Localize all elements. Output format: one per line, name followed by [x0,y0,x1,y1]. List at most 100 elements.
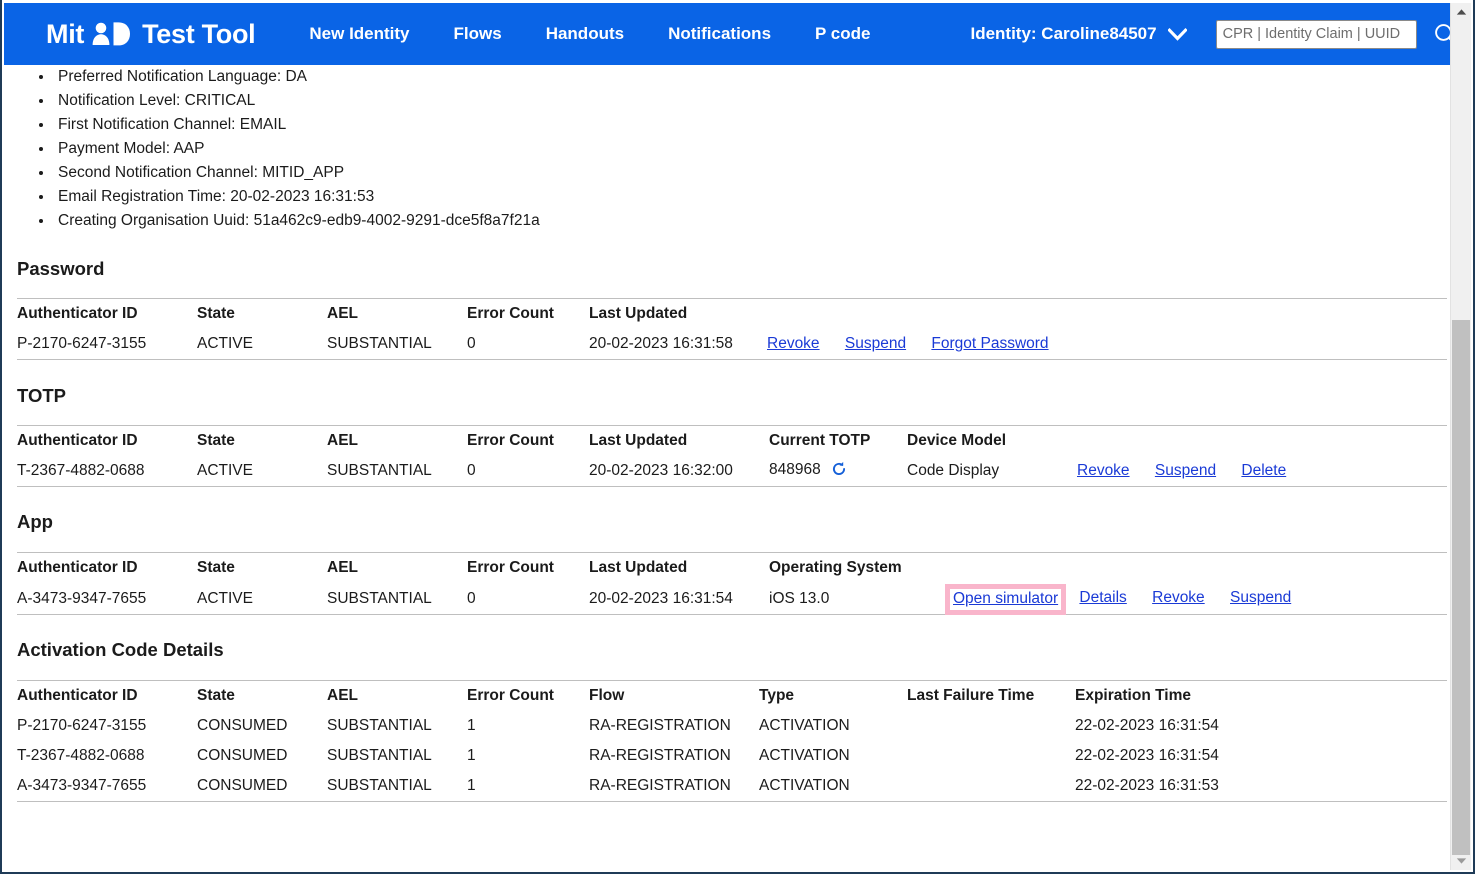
cell-error-count: 0 [467,583,589,615]
nav-p-code[interactable]: P code [815,24,870,44]
column-header: Authenticator ID [17,552,197,583]
column-header: Operating System [769,552,945,583]
identity-label: Identity: Caroline84507 [970,24,1157,43]
list-item: Second Notification Channel: MITID_APP [54,161,1453,185]
logo-text-test-tool: Test Tool [142,18,256,49]
suspend-link[interactable]: Suspend [1155,462,1216,479]
cell-error-count: 1 [467,717,476,734]
identity-dropdown[interactable]: Identity: Caroline84507 [970,24,1187,44]
cell-state: ACTIVE [197,456,327,487]
cell-ael: SUBSTANTIAL [327,747,432,764]
cell-flow: RA-REGISTRATION [589,771,759,802]
column-header: Authenticator ID [17,425,197,456]
section-title-password: Password [17,258,105,279]
open-simulator-highlight: Open simulator [945,584,1067,615]
list-item: Notification Level: CRITICAL [54,89,1453,113]
password-table: Authenticator ID State AEL Error Count L… [17,298,1447,360]
column-header: AEL [327,425,467,456]
mitid-person-d-logo-icon [91,21,131,47]
scrollbar-thumb[interactable] [1452,320,1470,855]
cell-device-model: Code Display [907,456,1077,487]
table-header-row: Authenticator ID State AEL Error Count L… [17,552,1447,583]
nav-notifications[interactable]: Notifications [668,24,771,44]
column-header: Expiration Time [1075,680,1447,711]
cell-state: CONSUMED [197,747,288,764]
details-link[interactable]: Details [1079,589,1126,606]
cell-expiration-time: 22-02-2023 16:31:53 [1075,771,1447,802]
table-row: T-2367-4882-0688 CONSUMED SUBSTANTIAL 1 … [17,741,1447,771]
nav-new-identity[interactable]: New Identity [309,24,409,44]
revoke-link[interactable]: Revoke [1077,462,1130,479]
cell-error-count: 0 [467,329,589,360]
section-title-activation-code-details: Activation Code Details [17,639,224,660]
column-header-actions [945,552,1447,583]
list-item: Payment Model: AAP [54,137,1453,161]
table-row: P-2170-6247-3155 ACTIVE SUBSTANTIAL 0 20… [17,329,1447,360]
suspend-link[interactable]: Suspend [1230,589,1291,606]
section-title-totp: TOTP [17,385,66,406]
cell-operating-system: iOS 13.0 [769,583,945,615]
column-header: Last Updated [589,552,769,583]
cell-type: ACTIVATION [759,771,907,802]
table-header-row: Authenticator ID State AEL Error Count L… [17,425,1447,456]
cell-actions: Open simulator Details Revoke Suspend [945,583,1447,615]
column-header: Last Failure Time [907,680,1075,711]
top-navigation-bar: Mit Test Tool New Identity Flows Handout… [4,3,1456,65]
column-header: Authenticator ID [17,680,197,711]
cell-actions: Revoke Suspend Delete [1077,456,1447,487]
delete-link[interactable]: Delete [1241,462,1286,479]
cell-type: ACTIVATION [759,717,850,734]
list-item: Creating Organisation Uuid: 51a462c9-edb… [54,209,1453,233]
cell-authenticator-id: A-3473-9347-7655 [17,583,197,615]
column-header: Error Count [467,552,589,583]
column-header: Error Count [467,680,589,711]
revoke-link[interactable]: Revoke [767,335,820,352]
scroll-up-arrow-icon[interactable] [1451,3,1471,21]
cell-error-count: 1 [467,771,589,802]
nav-handouts[interactable]: Handouts [546,24,624,44]
cell-authenticator-id: T-2367-4882-0688 [17,747,145,764]
cell-last-updated: 20-02-2023 16:31:54 [589,583,769,615]
totp-table: Authenticator ID State AEL Error Count L… [17,425,1447,487]
refresh-icon[interactable] [831,461,847,482]
cell-type: ACTIVATION [759,747,850,764]
cell-authenticator-id: T-2367-4882-0688 [17,456,197,487]
list-item: Email Registration Time: 20-02-2023 16:3… [54,185,1453,209]
cell-error-count: 0 [467,456,589,487]
table-header-row: Authenticator ID State AEL Error Count F… [17,680,1447,711]
cell-last-updated: 20-02-2023 16:32:00 [589,456,769,487]
cell-authenticator-id: P-2170-6247-3155 [17,329,197,360]
open-simulator-link[interactable]: Open simulator [953,590,1058,607]
cell-flow: RA-REGISTRATION [589,717,731,734]
cell-ael: SUBSTANTIAL [327,456,467,487]
page-content: Preferred Notification Language: DA Noti… [4,65,1453,870]
cell-ael: SUBSTANTIAL [327,583,467,615]
list-item: Preferred Notification Language: DA [54,65,1453,89]
nav-flows[interactable]: Flows [454,24,502,44]
logo-text-mit: Mit [46,18,85,49]
table-row: T-2367-4882-0688 ACTIVE SUBSTANTIAL 0 20… [17,456,1447,487]
search-input[interactable] [1215,19,1417,49]
column-header: AEL [327,680,467,711]
cell-ael: SUBSTANTIAL [327,329,467,360]
table-row: P-2170-6247-3155 CONSUMED SUBSTANTIAL 1 … [17,711,1447,741]
cell-state: ACTIVE [197,329,327,360]
suspend-link[interactable]: Suspend [845,335,906,352]
cell-state: CONSUMED [197,717,288,734]
column-header: State [197,552,327,583]
column-header: Device Model [907,425,1077,456]
table-header-row: Authenticator ID State AEL Error Count L… [17,298,1447,329]
column-header: AEL [327,552,467,583]
column-header: Current TOTP [769,425,907,456]
forgot-password-link[interactable]: Forgot Password [931,335,1048,352]
current-totp-value: 848968 [769,460,821,478]
column-header: Error Count [467,425,589,456]
column-header: State [197,680,327,711]
browser-window: Mit Test Tool New Identity Flows Handout… [0,0,1475,874]
app-logo[interactable]: Mit Test Tool [46,18,256,50]
chevron-down-icon [1167,27,1187,41]
cell-last-failure-time [907,741,1075,771]
scroll-down-arrow-icon[interactable] [1451,852,1471,870]
vertical-scrollbar[interactable] [1450,3,1471,870]
revoke-link[interactable]: Revoke [1152,589,1205,606]
